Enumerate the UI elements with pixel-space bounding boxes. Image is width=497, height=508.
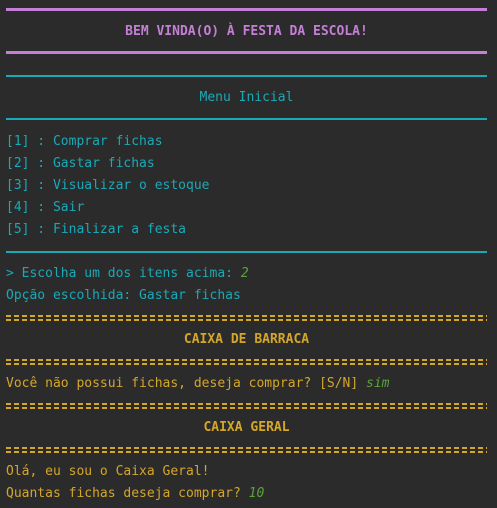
menu-prompt-line: > Escolha um dos itens acima: 2 <box>6 263 487 285</box>
geral-title: CAIXA GERAL <box>203 420 290 435</box>
geral-answer: 10 <box>248 486 265 501</box>
menu-item-sair: [4] : Sair <box>6 200 85 215</box>
menu-title-rule <box>6 118 487 120</box>
menu-prompt: > Escolha um dos itens acima: <box>6 266 241 281</box>
menu-item-comprar: [1] : Comprar fichas <box>6 134 163 149</box>
menu-prompt-answer: 2 <box>240 266 249 281</box>
menu-top-rule <box>6 75 487 77</box>
console-output: BEM VINDA(O) À FESTA DA ESCOLA! Menu Ini… <box>0 0 497 508</box>
barraca-title: CAIXA DE BARRACA <box>183 332 310 347</box>
menu-bottom-rule <box>6 251 487 253</box>
menu-item-visualizar: [3] : Visualizar o estoque <box>6 178 210 193</box>
barraca-question-line: Você não possui fichas, deseja comprar? … <box>6 373 487 395</box>
geral-question-line: Quantas fichas deseja comprar? 10 <box>6 483 487 505</box>
barraca-bottom-rule <box>6 358 487 366</box>
chosen-option: Opção escolhida: Gastar fichas <box>6 288 241 303</box>
barraca-answer: sim <box>366 376 390 391</box>
geral-greeting: Olá, eu sou o Caixa Geral! <box>6 464 210 479</box>
menu-item-finalizar: [5] : Finalizar a festa <box>6 222 187 237</box>
geral-top-rule <box>6 402 487 410</box>
barraca-question: Você não possui fichas, deseja comprar? … <box>6 376 367 391</box>
banner-title: BEM VINDA(O) À FESTA DA ESCOLA! <box>125 24 368 39</box>
banner-bottom-rule <box>6 51 487 54</box>
banner-top-rule <box>6 8 487 11</box>
geral-question: Quantas fichas deseja comprar? <box>6 486 249 501</box>
menu-item-gastar: [2] : Gastar fichas <box>6 156 155 171</box>
barraca-top-rule <box>6 314 487 322</box>
geral-bottom-rule <box>6 446 487 454</box>
menu-title: Menu Inicial <box>199 90 294 105</box>
